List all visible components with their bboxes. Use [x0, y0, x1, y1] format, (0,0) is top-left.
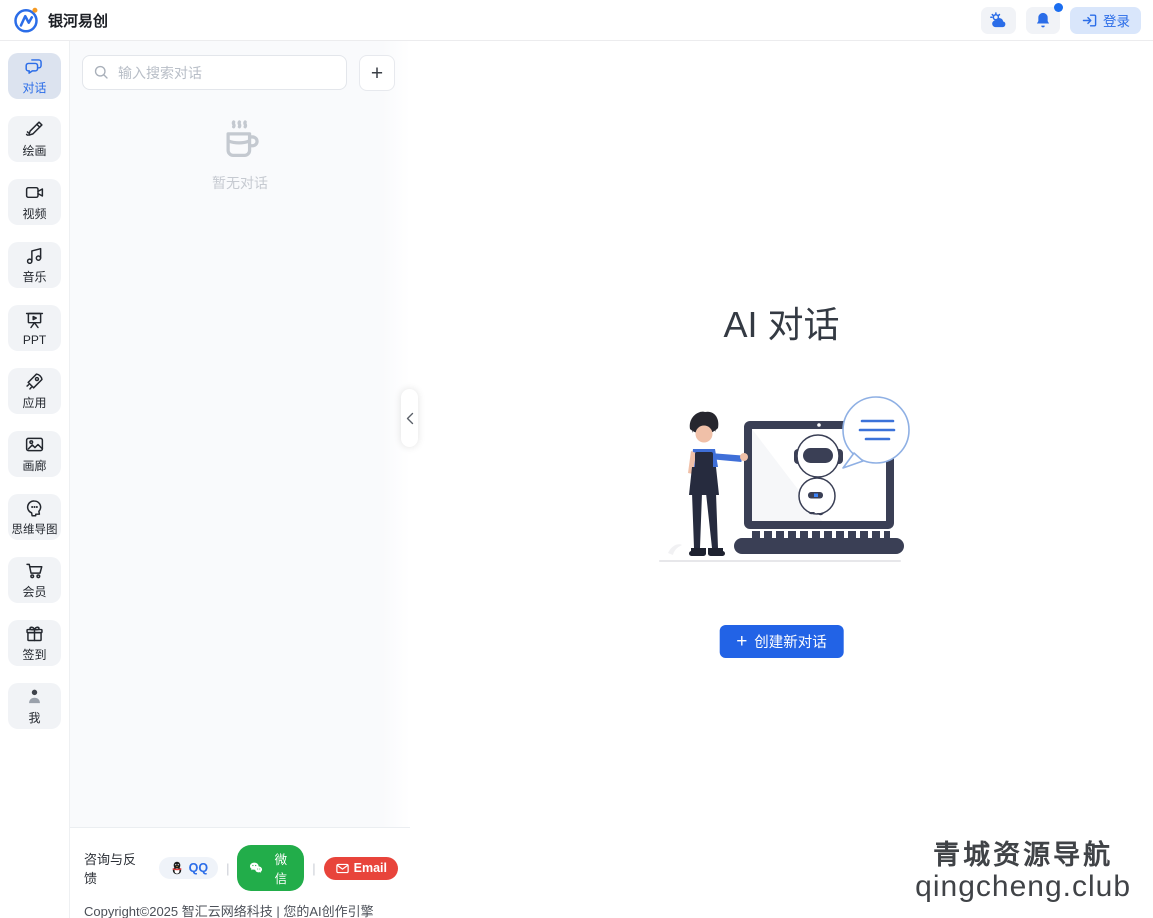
divider: | — [226, 861, 229, 876]
app-logo-icon — [12, 6, 40, 34]
conversation-list: + 暂无对话 — [70, 41, 410, 827]
sidebar-label: PPT — [23, 333, 46, 347]
image-icon — [24, 434, 45, 455]
sidebar-item-draw[interactable]: 绘画 — [8, 116, 61, 162]
empty-state: 暂无对话 — [70, 117, 410, 193]
search-input[interactable] — [82, 55, 347, 90]
gift-icon — [24, 623, 45, 644]
create-conversation-button[interactable]: + 创建新对话 — [719, 625, 844, 658]
new-conversation-button[interactable]: + — [359, 55, 395, 91]
cart-icon — [24, 560, 45, 581]
sidebar-label: 绘画 — [22, 142, 46, 159]
notifications-button[interactable] — [1026, 7, 1060, 34]
sidebar-item-mindmap[interactable]: 思维导图 — [8, 494, 61, 540]
site-watermark: 青城资源导航 qingcheng.club — [915, 840, 1131, 904]
sidebar-item-ppt[interactable]: PPT — [8, 305, 61, 351]
coffee-cup-icon — [217, 117, 263, 163]
email-label: Email — [354, 861, 387, 875]
sidebar-label: 音乐 — [22, 268, 46, 285]
video-camera-icon — [24, 182, 45, 203]
bell-icon — [1033, 10, 1053, 30]
envelope-icon — [335, 861, 350, 876]
sidebar-label: 对话 — [22, 79, 46, 96]
feedback-label: 咨询与反馈 — [84, 849, 149, 887]
sidebar-label: 思维导图 — [12, 521, 58, 537]
presentation-icon — [24, 310, 45, 331]
sidebar-item-chat[interactable]: 对话 — [8, 53, 61, 99]
login-arrow-icon — [1081, 12, 1098, 29]
main-area: AI 对话 — [410, 41, 1153, 918]
chat-bubbles-icon — [24, 56, 45, 77]
theme-weather-button[interactable] — [981, 7, 1016, 34]
watermark-url: qingcheng.club — [915, 870, 1131, 904]
sidebar-label: 画廊 — [22, 457, 46, 474]
sidebar-label: 我 — [28, 709, 40, 726]
panel-footer: 咨询与反馈 QQ | — [70, 827, 410, 918]
login-label: 登录 — [1103, 10, 1130, 30]
user-icon — [24, 686, 45, 707]
sidebar-item-music[interactable]: 音乐 — [8, 242, 61, 288]
pen-icon — [24, 119, 45, 140]
sidebar-item-gallery[interactable]: 画廊 — [8, 431, 61, 477]
empty-state-text: 暂无对话 — [212, 173, 268, 193]
conversation-panel: + 暂无对话 咨询与反馈 — [70, 41, 410, 918]
app-header: 银河易创 登录 — [0, 0, 1153, 41]
wechat-icon — [248, 860, 264, 876]
sidebar-item-membership[interactable]: 会员 — [8, 557, 61, 603]
email-contact-button[interactable]: Email — [324, 857, 398, 880]
plus-icon: + — [736, 632, 747, 651]
watermark-title: 青城资源导航 — [915, 840, 1131, 870]
sidebar-label: 视频 — [22, 205, 46, 222]
divider: | — [312, 861, 315, 876]
sidebar-item-video[interactable]: 视频 — [8, 179, 61, 225]
sidebar-label: 会员 — [22, 583, 46, 600]
wechat-contact-button[interactable]: 微信 — [237, 845, 304, 891]
login-button[interactable]: 登录 — [1070, 7, 1141, 34]
copyright-text: Copyright©2025 智汇云网络科技 | 您的AI创作引擎 — [84, 901, 398, 918]
wechat-label: 微信 — [268, 849, 293, 887]
ai-chat-illustration — [648, 393, 916, 583]
sidebar-label: 签到 — [22, 646, 46, 663]
page-title: AI 对话 — [723, 296, 839, 348]
music-note-icon — [24, 245, 45, 266]
notification-badge — [1054, 3, 1063, 12]
create-conversation-label: 创建新对话 — [754, 631, 827, 652]
header-actions: 登录 — [981, 7, 1141, 34]
search-icon — [92, 63, 110, 81]
sun-cloud-icon — [988, 10, 1009, 31]
sidebar-item-me[interactable]: 我 — [8, 683, 61, 729]
mindmap-head-icon — [24, 498, 45, 519]
sidebar-item-checkin[interactable]: 签到 — [8, 620, 61, 666]
qq-penguin-icon — [169, 860, 185, 876]
collapse-panel-button[interactable] — [401, 389, 418, 447]
search-box — [82, 55, 347, 91]
chevron-left-icon — [405, 412, 415, 425]
sidebar-item-apps[interactable]: 应用 — [8, 368, 61, 414]
rocket-icon — [24, 371, 45, 392]
brand-name: 银河易创 — [48, 10, 108, 31]
sidebar: 对话 绘画 视频 音乐 — [0, 41, 70, 918]
sidebar-label: 应用 — [22, 394, 46, 411]
qq-contact-button[interactable]: QQ — [159, 857, 218, 879]
qq-label: QQ — [189, 861, 208, 875]
